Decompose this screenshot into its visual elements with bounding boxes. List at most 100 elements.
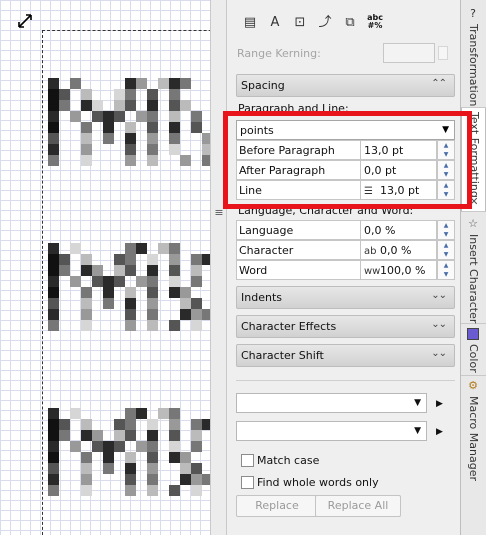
glyph-pixel [81,144,92,155]
glyph-pixel [169,287,180,298]
replace-button[interactable]: Replace [236,495,318,517]
spin-down-icon[interactable]: ▼ [438,230,454,239]
expand-down-icon[interactable]: ⌄⌄ [431,319,447,330]
tab-insert-character[interactable]: ☆ Insert Character [461,212,486,324]
line-spacing-spinner[interactable]: ▲ ▼ [437,180,455,200]
replace-options-arrow-icon[interactable]: ▶ [436,427,443,437]
replace-combo[interactable]: ▼ [236,421,427,441]
glyph-pixel [81,320,92,331]
glyph-pixel [147,89,158,100]
glyph-pixel [147,133,158,144]
glyph-pixel [147,265,158,276]
match-case-checkbox[interactable] [241,454,254,467]
spin-down-icon[interactable]: ▼ [438,190,454,199]
line-spacing-row: Line ☰ 13,0 pt ▲ ▼ [236,180,455,200]
spin-up-icon[interactable]: ▲ [438,161,454,170]
glyph-pixel [70,276,81,287]
text-on-path-icon[interactable]: ⤴ [315,13,335,33]
find-options-arrow-icon[interactable]: ▶ [436,399,443,409]
character-effects-section-header[interactable]: Character Effects ⌄⌄ [236,315,455,338]
glyph-pixel [114,419,125,430]
color-swatch-icon [467,328,479,340]
spin-down-icon[interactable]: ▼ [438,270,454,279]
close-icon[interactable]: ✕ [468,196,480,208]
spin-up-icon[interactable]: ▲ [438,261,454,270]
glyph-pixel [48,111,59,122]
glyph-pixel [169,441,180,452]
glyph-pixel [103,133,114,144]
character-spinner[interactable]: ▲ ▼ [437,240,455,260]
find-combo[interactable]: ▼ [236,393,427,413]
glyph-pixel [103,276,114,287]
glyph-pixel [180,155,191,166]
spin-down-icon[interactable]: ▼ [438,170,454,179]
spin-up-icon[interactable]: ▲ [438,141,454,150]
spin-up-icon[interactable]: ▲ [438,181,454,190]
word-input[interactable]: ww100,0 % [360,260,437,280]
indents-section-header[interactable]: Indents ⌄⌄ [236,286,455,309]
tab-text-formatting[interactable]: Text Formatting ✕ [461,108,486,212]
indents-title: Indents [241,291,282,304]
glyph-pixel [136,78,147,89]
glyph-pixel [48,89,59,100]
expand-down-icon[interactable]: ⌄⌄ [431,290,447,301]
language-spinner[interactable]: ▲ ▼ [437,220,455,240]
tab-macro-manager[interactable]: ⚙ Macro Manager [461,376,486,482]
before-paragraph-spinner[interactable]: ▲ ▼ [437,140,455,160]
language-value: 0,0 % [364,224,396,237]
glyph-pixel [202,155,210,166]
glyph-pixel [81,254,92,265]
spin-down-icon[interactable]: ▼ [438,150,454,159]
spell-check-icon[interactable]: abc #% [366,14,384,30]
character-shift-section-header[interactable]: Character Shift ⌄⌄ [236,344,455,367]
before-paragraph-input[interactable]: 13,0 pt [360,140,437,160]
replace-all-button[interactable]: Replace All [315,495,401,517]
glyph-pixel [180,474,191,485]
word-spinner[interactable]: ▲ ▼ [437,260,455,280]
glyph-pixel [147,430,158,441]
hyphenation-icon[interactable]: ⧉ [340,13,360,33]
expand-down-icon[interactable]: ⌄⌄ [431,348,447,359]
glyph-pixel [70,243,81,254]
glyph-pixel [48,265,59,276]
glyph-pixel [169,78,180,89]
tab-color[interactable]: Color [461,324,486,376]
spin-down-icon[interactable]: ▼ [438,250,454,259]
text-frame-icon[interactable]: A [265,13,285,33]
columns-icon[interactable]: ⊡ [290,13,310,33]
glyph-pixel [191,309,202,320]
spacing-section-header[interactable]: Spacing ⌃⌃ [236,74,455,97]
paragraph-text-icon[interactable]: ▤ [240,13,260,33]
after-paragraph-spinner[interactable]: ▲ ▼ [437,160,455,180]
glyph-pixel [125,122,136,133]
chevron-down-icon: ▼ [414,426,421,436]
language-input[interactable]: 0,0 % [360,220,437,240]
glyph-pixel [59,419,70,430]
glyph-pixel [191,298,202,309]
spin-up-icon[interactable]: ▲ [438,221,454,230]
glyph-pixel [48,133,59,144]
docker-splitter[interactable]: ≡ [210,0,227,535]
glyph-pixel [191,430,202,441]
glyph-pixel [48,408,59,419]
text-formatting-docker: ▤ A ⊡ ⤴ ⧉ abc #% Range Kerning: Spacing … [227,0,461,535]
spell-icon-bottom: #% [367,21,383,30]
after-paragraph-input[interactable]: 0,0 pt [360,160,437,180]
splitter-grip-icon[interactable]: ≡ [214,206,224,220]
glyph-pixel [169,485,180,496]
spacing-unit-select[interactable]: points ▼ [236,120,455,140]
whole-words-checkbox[interactable] [241,476,254,489]
glyph-pixel [180,298,191,309]
character-input[interactable]: ab 0,0 % [360,240,437,260]
spin-up-icon[interactable]: ▲ [438,241,454,250]
glyph-pixel [114,441,125,452]
drawing-canvas[interactable] [0,0,210,535]
glyph-pixel [169,452,180,463]
line-spacing-input[interactable]: ☰ 13,0 pt [360,180,437,200]
tab-transformation[interactable]: ? Transformation [461,0,486,108]
word-value: 100,0 % [380,264,426,277]
glyph-pixel [169,100,180,111]
glyph-pixel [169,419,180,430]
glyph-pixel [48,276,59,287]
collapse-up-icon[interactable]: ⌃⌃ [431,78,447,89]
